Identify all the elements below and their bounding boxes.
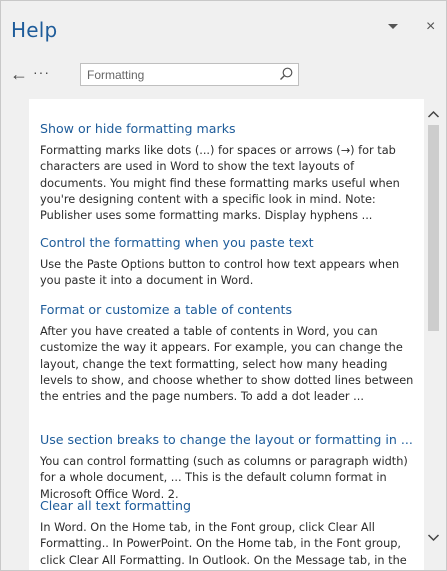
chevron-up-icon[interactable] (425, 107, 442, 121)
result-title-link[interactable]: Control the formatting when you paste te… (40, 235, 415, 251)
back-arrow-icon[interactable]: ← (10, 65, 28, 83)
results-list: Show or hide formatting marks Formatting… (29, 99, 424, 570)
result-title-link[interactable]: Use section breaks to change the layout … (40, 432, 415, 448)
close-icon[interactable]: × (426, 19, 435, 35)
result-item: Show or hide formatting marks Formatting… (40, 121, 415, 224)
result-item: Use section breaks to change the layout … (40, 432, 415, 503)
result-snippet: In Word. On the Home tab, in the Font gr… (40, 521, 407, 567)
result-item: Format or customize a table of contents … (40, 302, 415, 405)
result-title-link[interactable]: Format or customize a table of contents (40, 302, 415, 318)
result-title-link[interactable]: Show or hide formatting marks (40, 121, 415, 137)
result-item: Control the formatting when you paste te… (40, 235, 415, 290)
result-snippet: Formatting marks like dots (...) for spa… (40, 144, 400, 223)
result-item: Clear all text formatting In Word. On th… (40, 498, 415, 569)
result-title-link[interactable]: Clear all text formatting (40, 498, 415, 514)
chevron-down-icon[interactable] (388, 24, 398, 29)
result-snippet: Use the Paste Options button to control … (40, 258, 400, 288)
pane-title: Help (11, 18, 58, 42)
chevron-down-icon[interactable] (425, 531, 442, 545)
search-icon[interactable] (278, 66, 294, 82)
results-scrollbar[interactable] (425, 99, 442, 551)
result-snippet: You can control formatting (such as colu… (40, 455, 408, 501)
more-icon[interactable]: ··· (33, 63, 50, 81)
result-snippet: After you have created a table of conten… (40, 325, 414, 404)
search-input[interactable] (87, 64, 277, 85)
help-pane: Help × ← ··· Show or hide formatting mar… (0, 0, 447, 571)
scrollbar-thumb[interactable] (428, 125, 439, 331)
search-box[interactable] (80, 63, 299, 86)
